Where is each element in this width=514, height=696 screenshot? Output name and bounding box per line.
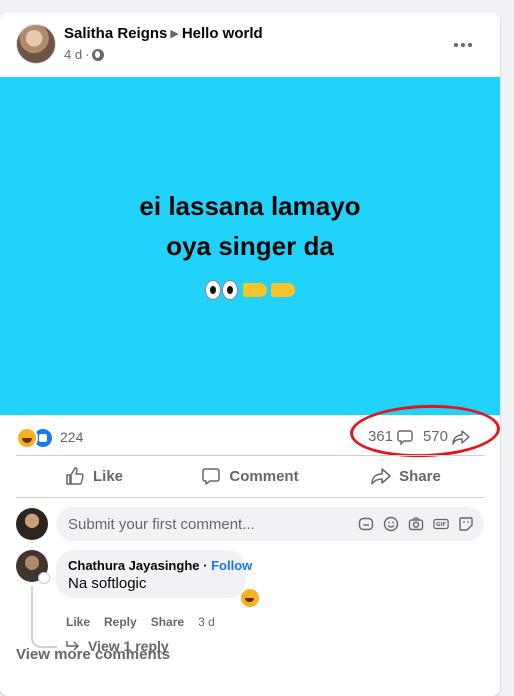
comment-reply-button[interactable]: Reply [104, 615, 137, 629]
current-user-avatar[interactable] [16, 508, 48, 540]
composer-icons: GIF [358, 516, 474, 532]
share-button[interactable]: Share [328, 458, 484, 494]
arrow-right-icon: ▶ [170, 28, 179, 40]
pointing-hand-icon [271, 283, 295, 298]
globe-icon [92, 48, 105, 61]
more-options-button[interactable] [450, 32, 476, 58]
svg-text:GIF: GIF [436, 522, 446, 528]
meta-separator: · [85, 47, 90, 62]
haha-reaction-icon [16, 427, 38, 449]
comment-author-line: Chathura Jayasinghe · Follow [68, 558, 252, 573]
eyes-emoji-icon [222, 280, 238, 301]
reaction-count[interactable]: 224 [60, 429, 83, 445]
share-label: Share [399, 467, 441, 485]
author-line: Salitha Reigns ▶ Hello world [64, 25, 263, 42]
avatar-sticker-icon[interactable] [358, 516, 374, 532]
comment-author[interactable]: Chathura Jayasinghe [68, 558, 200, 573]
comment-label: Comment [229, 467, 299, 485]
gif-icon[interactable]: GIF [433, 516, 449, 532]
comment-text: Na softlogic [68, 575, 147, 592]
post-meta: 4 d · [64, 47, 105, 62]
like-label: Like [92, 467, 123, 485]
sticker-icon[interactable] [458, 516, 474, 532]
comment-like-button[interactable]: Like [66, 615, 90, 629]
thread-connector [31, 586, 57, 648]
view-more-comments-link[interactable]: View more comments [16, 646, 170, 663]
eyes-emoji-icon [205, 280, 221, 301]
more-dot-icon [461, 43, 465, 47]
profile-badge-icon [38, 572, 50, 584]
comment-bubble: Chathura Jayasinghe · Follow Na softlogi… [56, 550, 252, 598]
author-avatar[interactable] [16, 24, 56, 64]
post-header: Salitha Reigns ▶ Hello world 4 d · [16, 24, 484, 66]
camera-icon[interactable] [408, 516, 424, 532]
comment-icon [202, 468, 221, 485]
comment-composer: Submit your first comment... GIF [16, 507, 484, 543]
reaction-icons[interactable] [16, 427, 54, 449]
author-name[interactable]: Salitha Reigns [64, 25, 167, 42]
follow-button[interactable]: Follow [211, 558, 252, 573]
emoji-icon[interactable] [383, 516, 399, 532]
group-name[interactable]: Hello world [182, 25, 263, 42]
post-text-line-2: oya singer da [166, 231, 334, 261]
thumbs-up-icon [66, 467, 84, 485]
post-text-line-1: ei lassana lamayo [139, 191, 361, 221]
comment-actions: Like Reply Share 3 d [66, 615, 215, 629]
comment-haha-reaction-icon[interactable] [240, 588, 260, 608]
post-text-background[interactable]: ei lassana lamayo oya singer da [0, 77, 500, 415]
divider [16, 497, 484, 498]
comment-share-button[interactable]: Share [151, 615, 184, 629]
follow-separator: · [203, 558, 208, 573]
post-card: Salitha Reigns ▶ Hello world 4 d · ei lass… [0, 12, 500, 696]
comment-button[interactable]: Comment [172, 458, 328, 494]
share-icon [371, 468, 391, 485]
post-actions: Like Comment Share [16, 458, 484, 494]
post-time[interactable]: 4 d [64, 47, 82, 62]
divider [16, 455, 484, 456]
commenter-avatar[interactable] [16, 550, 50, 584]
more-dot-icon [454, 43, 458, 47]
like-button[interactable]: Like [16, 458, 172, 494]
pointing-hand-icon [243, 283, 267, 298]
post-emoji-row [205, 272, 295, 306]
more-dot-icon [468, 43, 472, 47]
comment-input-box[interactable]: Submit your first comment... GIF [56, 507, 484, 541]
comment-time[interactable]: 3 d [198, 615, 215, 629]
comment-input[interactable]: Submit your first comment... [68, 516, 358, 533]
